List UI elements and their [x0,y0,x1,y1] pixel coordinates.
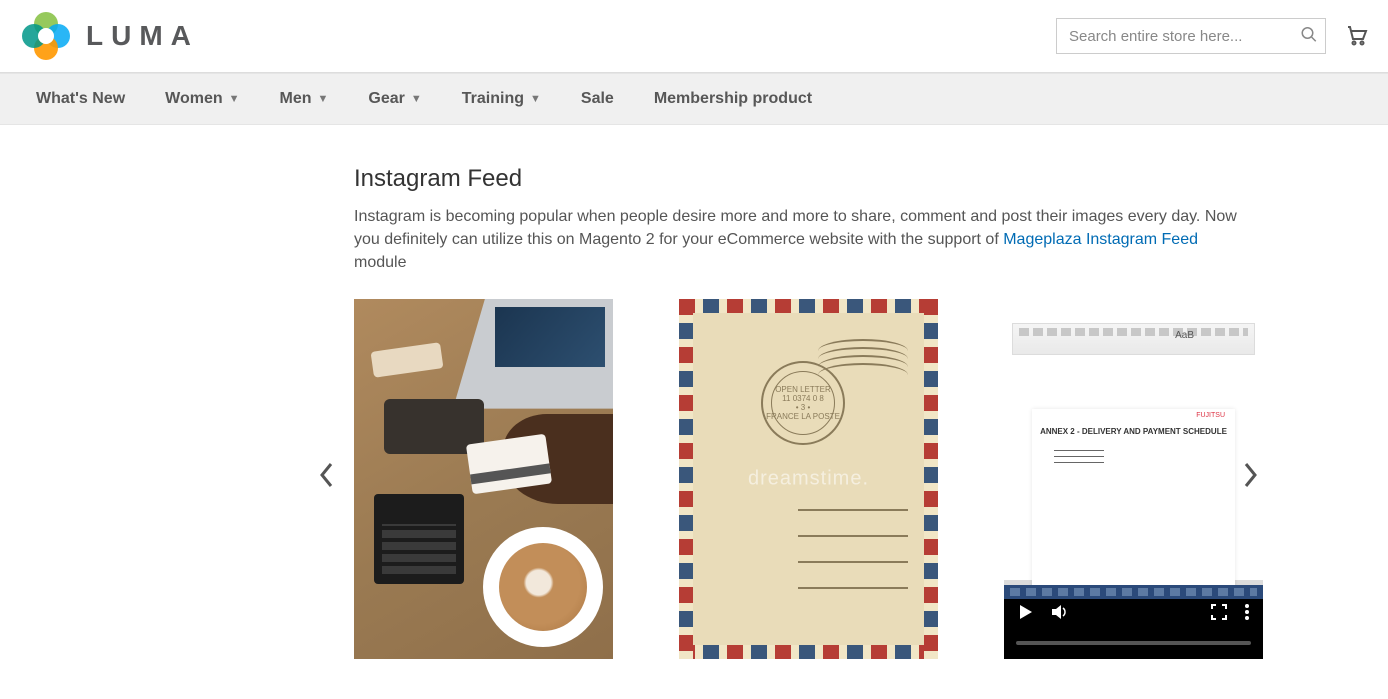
feed-item-3[interactable]: FUJITSU ANNEX 2 - DELIVERY AND PAYMENT S… [1004,299,1263,659]
nav-sale[interactable]: Sale [561,74,634,124]
eraser-graphic [371,342,444,377]
desc-text: module [354,254,406,271]
play-icon[interactable] [1018,604,1034,625]
address-lines [798,485,908,589]
nav-whats-new[interactable]: What's New [16,74,145,124]
nav-label: Training [462,90,524,108]
stamp-text: OPEN LETTER 11 0374 0 8 • 3 • FRANCE LA … [766,385,840,421]
nav-label: Gear [368,90,404,108]
progress-bar[interactable] [1016,641,1251,645]
carousel-next-button[interactable] [1233,453,1267,504]
search-input[interactable] [1056,18,1326,54]
feed-items: OPEN LETTER 11 0374 0 8 • 3 • FRANCE LA … [354,299,1263,659]
word-ribbon-graphic [1012,323,1255,355]
stamp-line: • 3 • [766,403,840,412]
main-nav: What's New Women ▼ Men ▼ Gear ▼ Training ▼ S… [0,73,1388,125]
mageplaza-link[interactable]: Mageplaza Instagram Feed [1003,231,1198,248]
player-controls [1004,604,1263,625]
fullscreen-icon[interactable] [1211,604,1227,625]
logo-icon [20,10,72,62]
more-icon[interactable] [1245,604,1249,625]
chevron-down-icon: ▼ [530,93,541,105]
section-description: Instagram is becoming popular when peopl… [354,205,1249,275]
header-actions [1056,18,1368,54]
section-title: Instagram Feed [354,165,1249,193]
volume-icon[interactable] [1052,604,1070,625]
laptop-graphic [453,299,613,409]
nav-women[interactable]: Women ▼ [145,74,259,124]
postmark-waves [818,339,908,379]
cart-icon [1344,23,1368,47]
coffee-cup-graphic [483,527,603,647]
chevron-down-icon: ▼ [318,93,329,105]
feed-carousel: OPEN LETTER 11 0374 0 8 • 3 • FRANCE LA … [354,299,1249,659]
search-icon [1300,26,1318,44]
chevron-left-icon [318,461,336,489]
search-wrap [1056,18,1326,54]
logo-text: LUMA [86,20,199,52]
stamp-line: FRANCE LA POSTE [766,412,840,421]
chevron-right-icon [1241,461,1259,489]
nav-label: Membership product [654,90,812,108]
cart-button[interactable] [1344,23,1368,50]
stamp-line: OPEN LETTER [766,385,840,394]
feed-item-1[interactable] [354,299,613,659]
doc-heading: ANNEX 2 - DELIVERY AND PAYMENT SCHEDULE [1032,427,1235,436]
logo-link[interactable]: LUMA [20,10,199,62]
card-terminal-graphic [374,494,464,584]
main-content: Instagram Feed Instagram is becoming pop… [119,125,1269,699]
nav-label: Women [165,90,222,108]
watermark-text: dreamstime. [748,467,869,490]
nav-men[interactable]: Men ▼ [260,74,349,124]
nav-label: Men [280,90,312,108]
nav-membership[interactable]: Membership product [634,74,832,124]
video-player-bar [1004,599,1263,659]
credit-card-graphic [466,433,552,494]
chevron-down-icon: ▼ [229,93,240,105]
document-page: FUJITSU ANNEX 2 - DELIVERY AND PAYMENT S… [1032,409,1235,589]
chevron-down-icon: ▼ [411,93,422,105]
feed-item-2[interactable]: OPEN LETTER 11 0374 0 8 • 3 • FRANCE LA … [679,299,938,659]
stamp-line: 11 0374 0 8 [766,394,840,403]
doc-logo: FUJITSU [1196,412,1225,419]
carousel-prev-button[interactable] [310,453,344,504]
nav-label: What's New [36,90,125,108]
nav-gear[interactable]: Gear ▼ [348,74,441,124]
search-button[interactable] [1300,26,1318,47]
doc-body-lines [1054,445,1104,463]
site-header: LUMA [0,0,1388,73]
taskbar-graphic [1004,585,1263,599]
nav-label: Sale [581,90,614,108]
nav-training[interactable]: Training ▼ [442,74,561,124]
